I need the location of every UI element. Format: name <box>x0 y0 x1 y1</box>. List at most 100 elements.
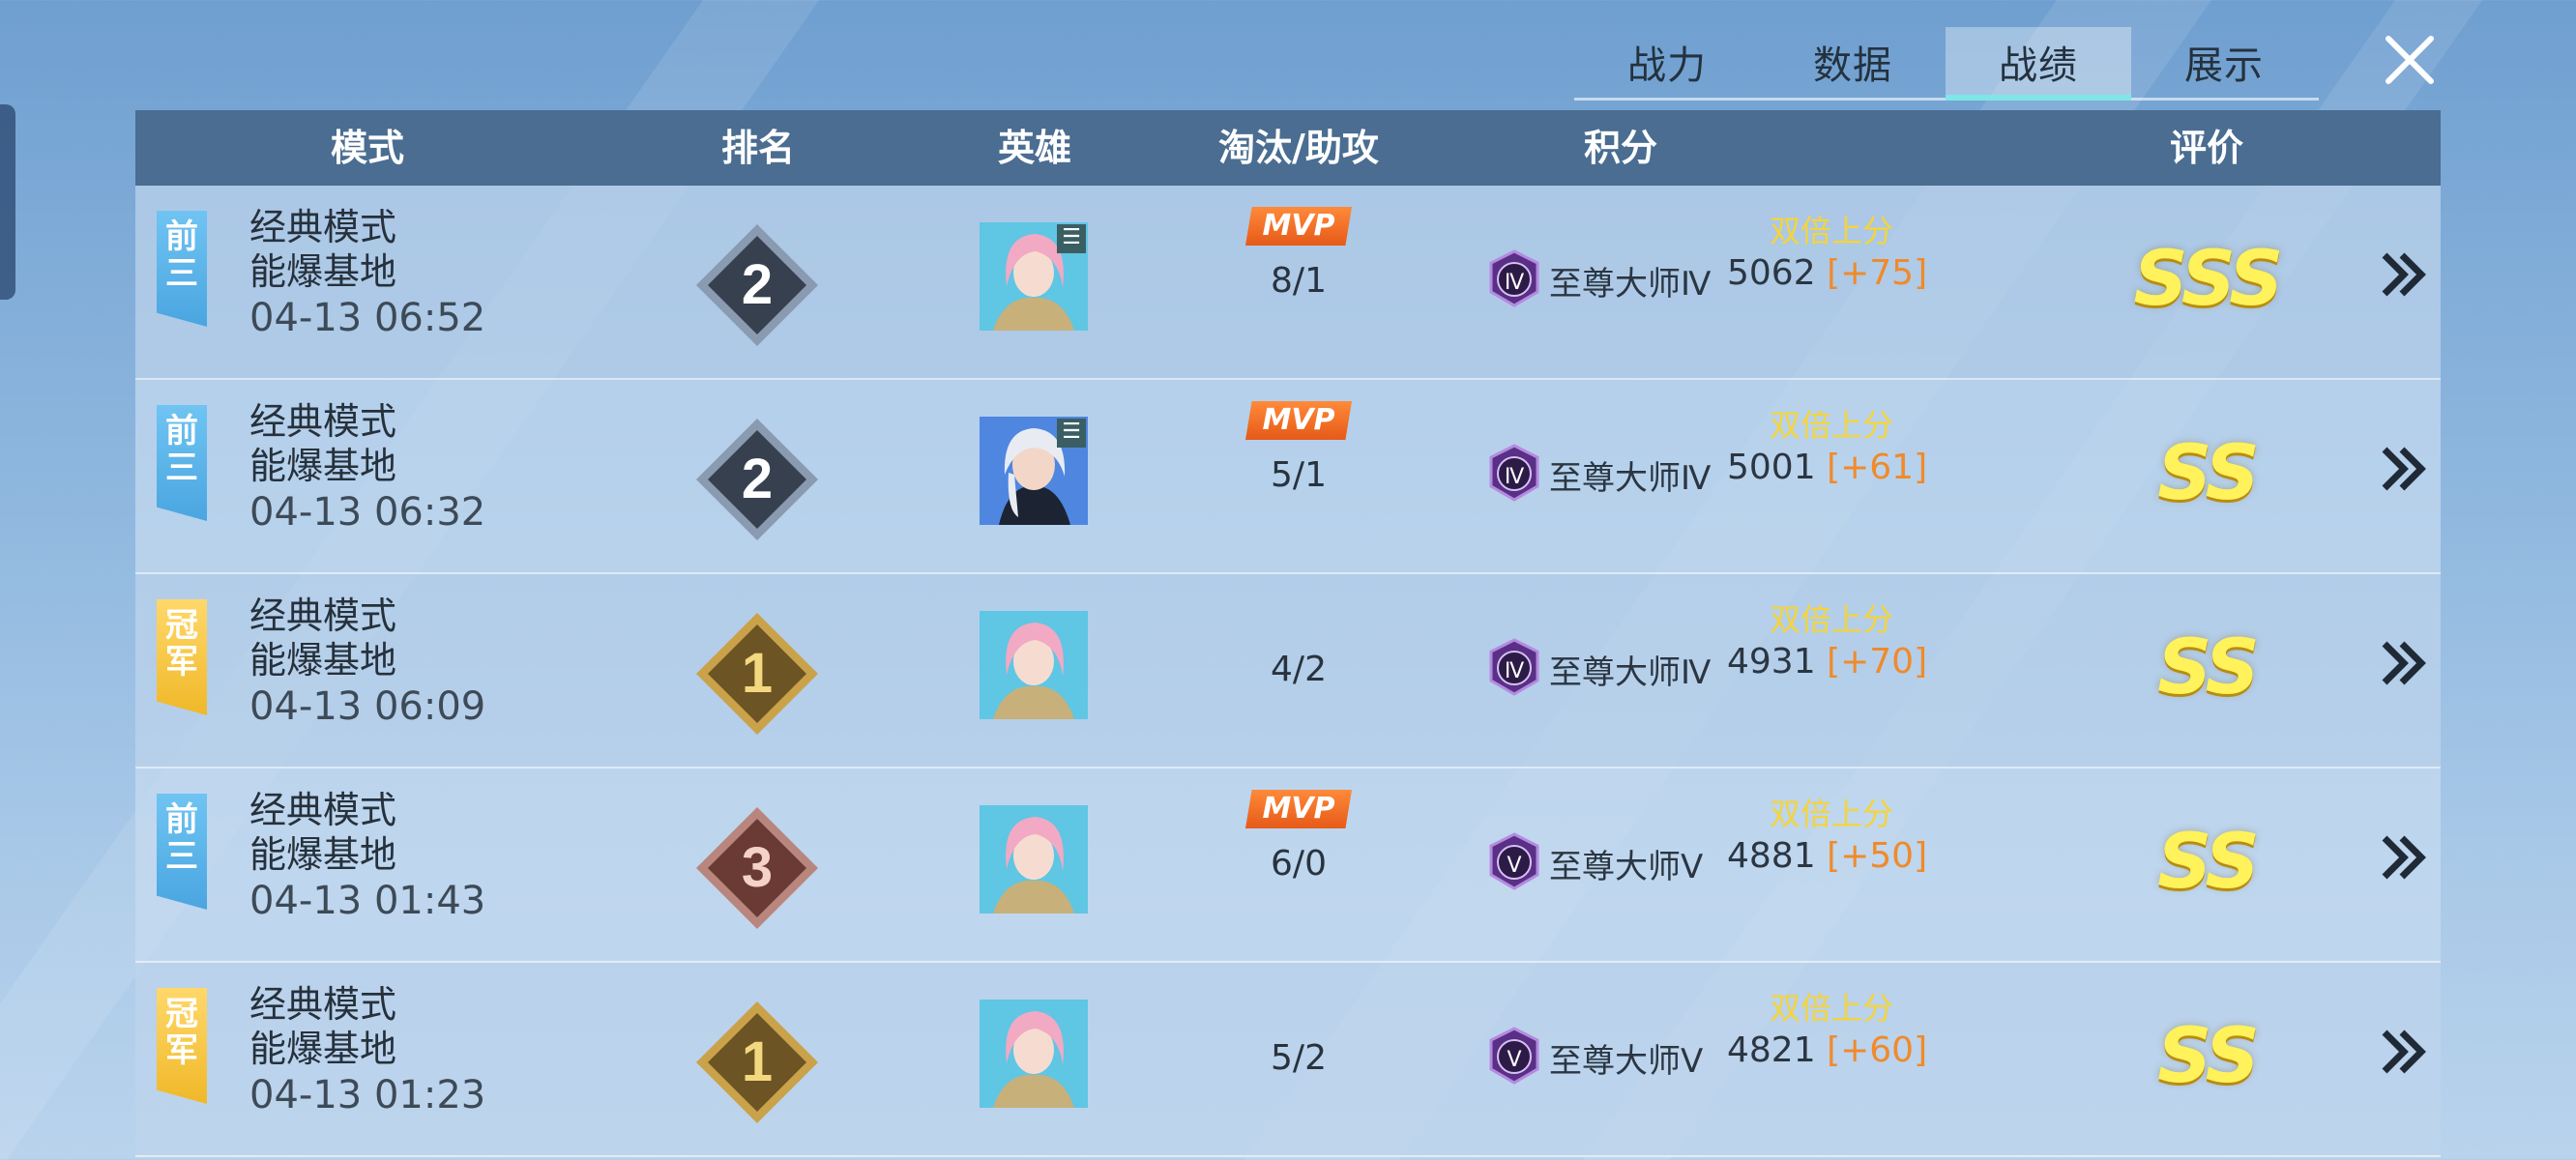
tier-name: 至尊大师Ⅴ <box>1549 1042 1704 1081</box>
score-value: 5062 <box>1727 253 1828 293</box>
placement-char-1: 冠 <box>165 606 198 645</box>
tier-name: 至尊大师Ⅳ <box>1549 459 1712 498</box>
score-delta: [+75] <box>1827 253 1928 293</box>
double-chevron-right-icon[interactable] <box>2375 440 2433 498</box>
map-name: 能爆基地 <box>249 250 397 293</box>
tab-records[interactable]: 战绩 <box>1946 27 2131 97</box>
rank-number: 3 <box>742 836 773 899</box>
map-name: 能爆基地 <box>249 833 397 876</box>
kda-value: 5/2 <box>1271 1038 1327 1078</box>
placement-ribbon: 前 三 <box>157 211 207 327</box>
rank-badge-icon: 3 <box>696 807 818 929</box>
hero-portrait-icon <box>980 805 1088 914</box>
score-value: 4881 <box>1727 836 1828 876</box>
svg-text:Ⅳ: Ⅳ <box>1505 271 1525 295</box>
double-chevron-right-icon[interactable] <box>2375 828 2433 886</box>
table-header: 模式 排名 英雄 淘汰/助攻 积分 评价 <box>135 110 2441 186</box>
score: 4881 [+50] <box>1727 836 1927 876</box>
svg-text:Ⅳ: Ⅳ <box>1505 465 1525 489</box>
rating-grade: SS <box>2157 624 2260 711</box>
placement-char-2: 三 <box>165 254 198 293</box>
mode-name: 经典模式 <box>249 400 397 443</box>
tab-data[interactable]: 数据 <box>1760 27 1946 97</box>
map-name: 能爆基地 <box>249 639 397 682</box>
close-icon[interactable] <box>2379 29 2441 91</box>
svg-text:Ⅴ: Ⅴ <box>1507 1048 1521 1072</box>
tab-showcase[interactable]: 展示 <box>2131 27 2317 97</box>
hero-portrait-icon <box>980 611 1088 719</box>
placement-ribbon: 前 三 <box>157 405 207 521</box>
mode-info: 经典模式 能爆基地 04-13 06:09 <box>249 594 485 731</box>
score: 5062 [+75] <box>1727 253 1927 293</box>
mode-name: 经典模式 <box>249 789 397 831</box>
rating-grade: SS <box>2157 819 2260 906</box>
mvp-badge: MVP <box>1245 790 1352 828</box>
rank-number: 1 <box>742 1030 773 1093</box>
kda-value: 8/1 <box>1271 261 1327 301</box>
tier-emblem-icon: Ⅳ <box>1489 444 1539 502</box>
tab-power[interactable]: 战力 <box>1574 27 1760 97</box>
kda-value: 6/0 <box>1271 844 1327 884</box>
tab-bar: 战力 数据 战绩 展示 <box>1574 27 2319 101</box>
table-row[interactable]: 前 三 经典模式 能爆基地 04-13 01:43 3 MVP 6/0 双倍上分… <box>135 768 2441 963</box>
placement-char-2: 三 <box>165 837 198 876</box>
mode-name: 经典模式 <box>249 594 397 637</box>
tier-emblem-icon: Ⅳ <box>1489 249 1539 307</box>
side-drawer-handle[interactable] <box>0 104 15 300</box>
placement-char-2: 三 <box>165 449 198 487</box>
table-row[interactable]: 冠 军 经典模式 能爆基地 04-13 06:09 1 4/2 双倍上分 Ⅳ 至… <box>135 574 2441 768</box>
hero-menu-icon: ☰ <box>1057 224 1086 253</box>
map-name: 能爆基地 <box>249 1028 397 1070</box>
tier-emblem-icon: Ⅳ <box>1489 638 1539 696</box>
table-row[interactable]: 前 三 经典模式 能爆基地 04-13 06:52 2 ☰ MVP 8/1 双倍… <box>135 186 2441 380</box>
match-datetime: 04-13 06:09 <box>249 684 486 729</box>
hero-portrait[interactable]: ☰ <box>980 222 1088 331</box>
table-body: 前 三 经典模式 能爆基地 04-13 06:52 2 ☰ MVP 8/1 双倍… <box>135 186 2441 1157</box>
double-chevron-right-icon[interactable] <box>2375 634 2433 692</box>
placement-char-1: 冠 <box>165 995 198 1033</box>
double-points-label: 双倍上分 <box>1770 601 1894 638</box>
tier-name: 至尊大师Ⅴ <box>1549 848 1704 886</box>
hero-portrait[interactable] <box>980 611 1088 719</box>
mode-info: 经典模式 能爆基地 04-13 06:32 <box>249 399 485 536</box>
match-datetime: 04-13 01:43 <box>249 879 486 923</box>
score-delta: [+60] <box>1827 1030 1928 1070</box>
rank-badge-icon: 2 <box>696 419 818 540</box>
placement-ribbon: 冠 军 <box>157 599 207 715</box>
kda-value: 4/2 <box>1271 650 1327 689</box>
placement-char-1: 前 <box>165 218 198 256</box>
placement-char-1: 前 <box>165 800 198 839</box>
score: 5001 [+61] <box>1727 448 1927 487</box>
mode-info: 经典模式 能爆基地 04-13 06:52 <box>249 205 485 342</box>
mode-info: 经典模式 能爆基地 04-13 01:23 <box>249 982 485 1119</box>
svg-text:Ⅴ: Ⅴ <box>1507 854 1521 878</box>
rating-grade: SS <box>2157 1013 2260 1100</box>
hero-portrait[interactable]: ☰ <box>980 417 1088 525</box>
double-chevron-right-icon[interactable] <box>2375 246 2433 304</box>
score-value: 4931 <box>1727 642 1828 682</box>
score-value: 4821 <box>1727 1030 1828 1070</box>
double-points-label: 双倍上分 <box>1770 796 1894 832</box>
double-points-label: 双倍上分 <box>1770 213 1894 249</box>
header-rating: 评价 <box>2169 127 2243 169</box>
placement-ribbon: 冠 军 <box>157 988 207 1104</box>
header-rank: 排名 <box>720 127 795 169</box>
hero-portrait[interactable] <box>980 805 1088 914</box>
rank-number: 1 <box>742 642 773 705</box>
table-row[interactable]: 前 三 经典模式 能爆基地 04-13 06:32 2 ☰ MVP 5/1 双倍… <box>135 380 2441 574</box>
tier-emblem-icon: Ⅴ <box>1489 1027 1539 1085</box>
match-datetime: 04-13 06:52 <box>249 296 486 340</box>
placement-char-1: 前 <box>165 412 198 450</box>
kda-value: 5/1 <box>1271 455 1327 495</box>
mode-info: 经典模式 能爆基地 04-13 01:43 <box>249 788 485 925</box>
rank-badge-icon: 2 <box>696 224 818 346</box>
hero-portrait[interactable] <box>980 1000 1088 1108</box>
placement-char-2: 军 <box>165 643 198 682</box>
table-row[interactable]: 冠 军 经典模式 能爆基地 04-13 01:23 1 5/2 双倍上分 Ⅴ 至… <box>135 963 2441 1157</box>
double-chevron-right-icon[interactable] <box>2375 1023 2433 1081</box>
hero-portrait-icon <box>980 1000 1088 1108</box>
match-history-table: 模式 排名 英雄 淘汰/助攻 积分 评价 前 三 经典模式 能爆基地 04-13… <box>135 110 2441 1157</box>
score-value: 5001 <box>1727 448 1828 487</box>
mvp-badge: MVP <box>1245 207 1352 246</box>
mode-name: 经典模式 <box>249 206 397 248</box>
